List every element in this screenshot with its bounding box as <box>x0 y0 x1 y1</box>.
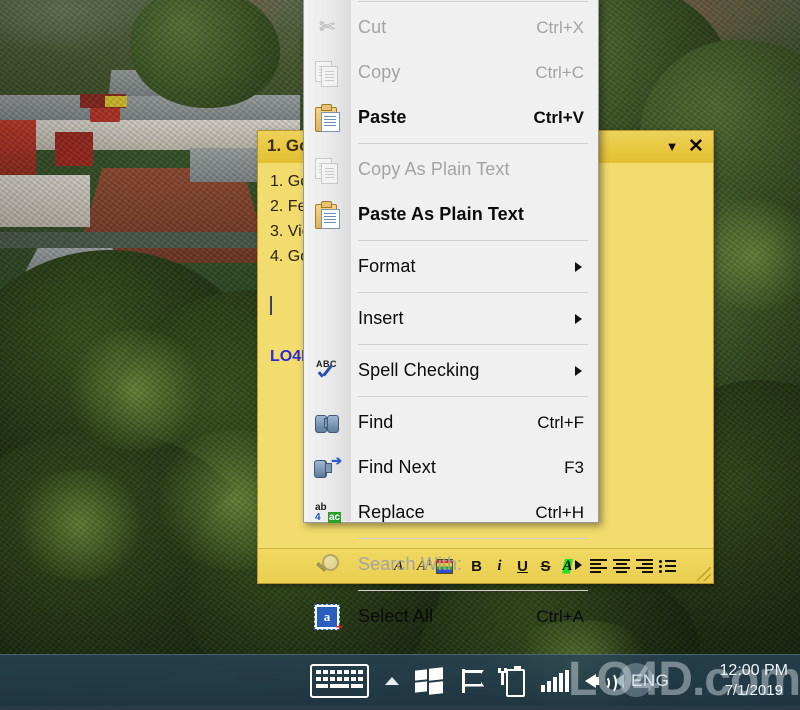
menu-item-label: Paste <box>358 107 407 127</box>
chevron-right-icon <box>575 313 582 324</box>
clock-time: 12:00 PM <box>719 661 788 679</box>
menu-item-find-next[interactable]: ➔ Find Next F3 <box>304 445 598 490</box>
language-label: ENG <box>631 670 670 690</box>
align-center-icon[interactable] <box>612 557 631 576</box>
menu-item-label: Find <box>358 412 394 432</box>
menu-item-label: Spell Checking <box>358 360 480 380</box>
menu-item-spell-checking[interactable]: ABC Spell Checking <box>304 348 598 393</box>
menu-item-accel: Ctrl+X <box>536 17 584 37</box>
binoculars-icon <box>312 408 342 438</box>
copy-icon <box>312 58 342 88</box>
menu-item-format[interactable]: Format <box>304 244 598 289</box>
battery-charging-icon[interactable] <box>498 665 525 697</box>
menu-item-label: Find Next <box>358 457 436 477</box>
replace-icon: ab 4 ac <box>315 501 342 523</box>
menu-item-copy[interactable]: Copy Ctrl+C <box>304 50 598 95</box>
language-arrow-icon <box>614 673 624 688</box>
windows-logo-icon[interactable] <box>415 666 443 695</box>
menu-separator <box>358 143 588 144</box>
magnifier-icon <box>312 550 342 580</box>
select-all-icon: a + <box>312 602 343 634</box>
menu-separator <box>358 538 588 539</box>
chevron-right-icon <box>575 365 582 376</box>
menu-item-label: Copy <box>358 62 401 82</box>
action-center-flag-icon[interactable] <box>459 668 485 694</box>
paste-icon <box>312 200 342 230</box>
signal-bars-icon[interactable] <box>541 669 569 692</box>
clock-date: 7/1/2019 <box>724 682 783 700</box>
paste-icon <box>312 103 342 133</box>
on-screen-keyboard-icon[interactable] <box>310 663 369 698</box>
menu-item-accel: Ctrl+C <box>535 62 584 82</box>
speaker-icon[interactable] <box>585 669 617 694</box>
taskbar[interactable]: ENG 12:00 PM 7/1/2019 LO4D.com <box>0 653 800 706</box>
menu-item-insert[interactable]: Insert <box>304 296 598 341</box>
chevron-up-icon[interactable] <box>385 676 399 685</box>
align-right-icon[interactable] <box>635 557 654 576</box>
menu-separator <box>358 240 588 241</box>
bullet-list-icon[interactable] <box>658 557 677 576</box>
menu-item-copy-as-plain-text[interactable]: Copy As Plain Text <box>304 147 598 192</box>
menu-separator <box>358 344 588 345</box>
menu-item-paste[interactable]: Paste Ctrl+V <box>304 95 598 140</box>
spellcheck-icon: ABC <box>312 356 342 386</box>
menu-item-accel: Ctrl+V <box>533 107 584 127</box>
menu-item-label: Select All <box>358 606 434 626</box>
taskbar-clock[interactable]: 12:00 PM 7/1/2019 <box>720 655 788 706</box>
chevron-down-icon[interactable]: ▼ <box>661 133 683 159</box>
menu-item-label: Cut <box>358 17 387 37</box>
resize-grip[interactable] <box>697 567 711 581</box>
menu-item-paste-as-plain-text[interactable]: Paste As Plain Text <box>304 192 598 237</box>
menu-item-search-with[interactable]: Search With: <box>304 542 598 587</box>
menu-item-label: Search With: <box>358 554 463 574</box>
chevron-right-icon <box>575 559 582 570</box>
find-next-icon: ➔ <box>312 453 342 483</box>
menu-item-select-all[interactable]: a + Select All Ctrl+A <box>304 594 598 639</box>
chevron-right-icon <box>575 261 582 272</box>
copy-icon <box>312 155 342 185</box>
scissors-icon: ✄ <box>319 17 335 38</box>
menu-item-label: Paste As Plain Text <box>358 204 524 224</box>
context-menu[interactable]: ✄ Cut Ctrl+X Copy Ctrl+C Paste Ctrl+V Co… <box>303 0 599 634</box>
menu-separator <box>358 292 588 293</box>
menu-item-accel: Ctrl+F <box>537 412 584 432</box>
language-indicator[interactable]: ENG <box>614 662 670 697</box>
menu-separator <box>358 590 588 591</box>
menu-item-label: Copy As Plain Text <box>358 159 510 179</box>
menu-item-label: Insert <box>358 308 404 328</box>
menu-separator <box>358 1 588 2</box>
menu-item-accel: Ctrl+H <box>535 502 584 522</box>
menu-item-replace[interactable]: ab 4 ac Replace Ctrl+H <box>304 490 598 535</box>
menu-item-find[interactable]: Find Ctrl+F <box>304 400 598 445</box>
menu-item-label: Replace <box>358 502 425 522</box>
menu-item-accel: F3 <box>564 457 584 477</box>
close-icon[interactable]: ✕ <box>685 133 707 159</box>
text-caret <box>270 296 272 315</box>
menu-item-label: Format <box>358 256 416 276</box>
menu-item-cut[interactable]: ✄ Cut Ctrl+X <box>304 5 598 50</box>
menu-item-accel: Ctrl+A <box>536 606 584 626</box>
menu-separator <box>358 396 588 397</box>
